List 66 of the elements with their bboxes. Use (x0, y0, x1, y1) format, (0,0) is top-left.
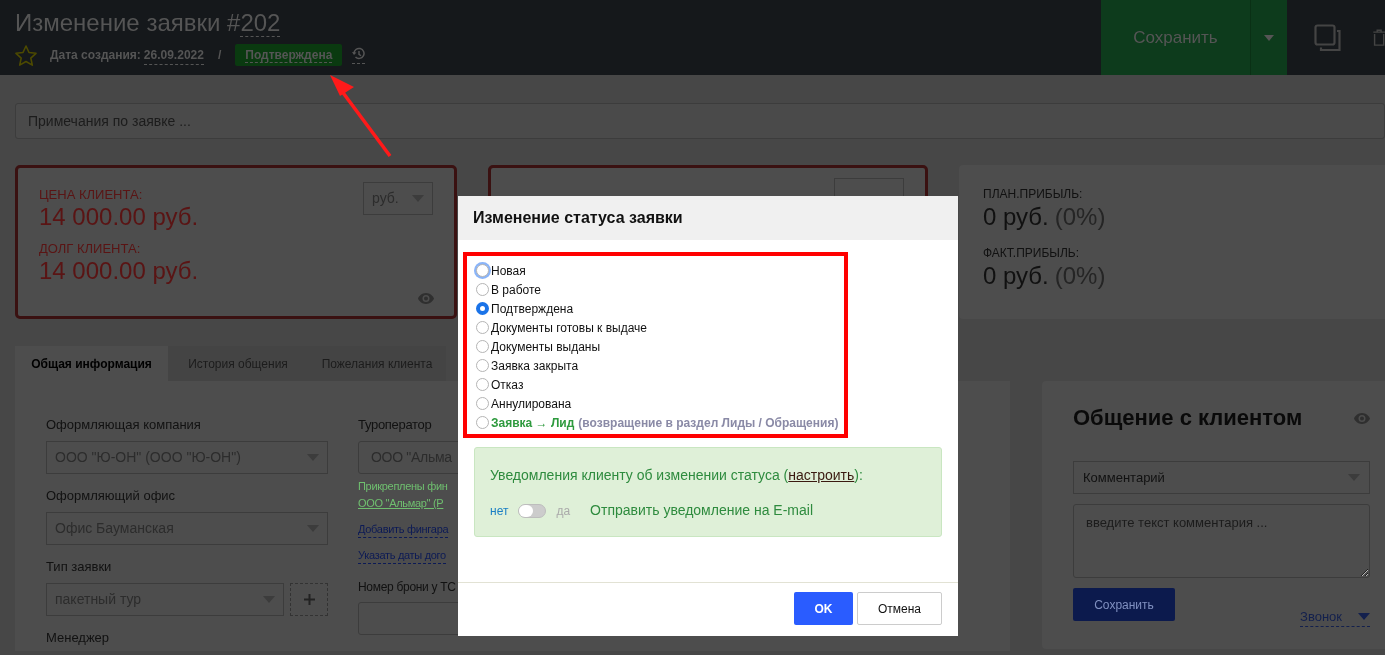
notification-text: Уведомления клиенту об изменении статуса (настроить): (490, 466, 863, 484)
radio-button[interactable] (476, 359, 489, 372)
save-button[interactable]: Сохранить (1073, 588, 1175, 621)
call-link[interactable]: Звонок (1300, 606, 1370, 627)
profit-value: 0 руб. (983, 261, 1049, 291)
debt-value: 14 000.00 руб. (39, 257, 199, 285)
request-number[interactable]: 202 (240, 10, 281, 37)
status-option[interactable]: Новая (476, 261, 844, 280)
ok-button[interactable]: OK (794, 592, 853, 625)
profit-label: ФАКТ.ПРИБЫЛЬ: (983, 245, 1080, 261)
radio-button[interactable] (476, 397, 489, 410)
operator-link[interactable]: ООО "Альмар" (Р (358, 495, 444, 512)
status-option[interactable]: Заявка закрыта (476, 356, 844, 375)
field-label: Оформляющая компания (46, 417, 201, 433)
price-label: ЦЕНА КЛИЕНТА: (39, 187, 143, 203)
field-label: Тип заявки (46, 559, 112, 575)
status-option[interactable]: В работе (476, 280, 844, 299)
dates-link[interactable]: Указать даты дого (358, 547, 446, 564)
field-label: Туроператор (358, 417, 432, 433)
toggle-on-label: да (556, 502, 571, 520)
chat-title: Общение с клиентом (1073, 404, 1303, 432)
copy-icon[interactable] (1314, 23, 1342, 52)
radio-button[interactable] (476, 283, 489, 296)
status-option[interactable]: Аннулирована (476, 394, 844, 413)
status-option[interactable]: Документы готовы к выдаче (476, 318, 844, 337)
notification-toggle[interactable] (518, 503, 547, 518)
star-icon[interactable] (15, 44, 37, 66)
save-options-button[interactable] (1251, 0, 1287, 75)
radio-button[interactable] (476, 321, 489, 334)
radio-button[interactable] (476, 340, 489, 353)
tab[interactable]: Общая информация (15, 346, 168, 381)
dialog-title: Изменение статуса заявки (473, 208, 683, 228)
caret-icon (1264, 34, 1274, 41)
add-button[interactable] (290, 583, 328, 616)
history-icon[interactable] (352, 46, 366, 64)
plus-icon (303, 594, 315, 605)
separator: / (217, 47, 222, 64)
created-label: Дата создания: (50, 47, 141, 64)
profit-label: ПЛАН.ПРИБЫЛЬ: (983, 186, 1083, 202)
toggle-off-label: нет (490, 502, 509, 520)
eye-icon[interactable] (418, 293, 434, 304)
radio-button[interactable] (476, 378, 489, 391)
type-select[interactable]: Комментарий (1073, 461, 1370, 494)
notification-action: Отправить уведомление на E-mail (590, 501, 813, 520)
radio-button[interactable] (476, 302, 489, 315)
caret-icon (1358, 612, 1370, 620)
add-link[interactable]: Добавить фингара (358, 521, 449, 538)
debt-label: ДОЛГ КЛИЕНТА: (39, 241, 141, 257)
profit-value: 0 руб. (983, 202, 1049, 232)
save-button[interactable]: Сохранить (1101, 0, 1251, 75)
field-label: Менеджер (46, 630, 110, 646)
status-option[interactable]: Подтверждена (476, 299, 844, 318)
cancel-button[interactable]: Отмена (857, 592, 942, 625)
attached-note: Прикреплены фин (358, 479, 448, 494)
status-option[interactable]: Отказ (476, 375, 844, 394)
status-option[interactable]: Заявка → Лид (возвращение в раздел Лиды / Обращения) (476, 413, 844, 432)
radio-button[interactable] (476, 416, 489, 429)
eye-icon[interactable] (1354, 412, 1370, 424)
status-badge[interactable]: Подтверждена (235, 44, 343, 66)
price-value: 14 000.00 руб. (39, 203, 199, 231)
field-label: Оформляющий офис (46, 488, 176, 504)
created-date[interactable]: 26.09.2022 (143, 45, 204, 65)
settings-link[interactable]: настроить (788, 467, 855, 483)
status-option[interactable]: Документы выданы (476, 337, 844, 356)
field-label: Номер брони у ТС (358, 579, 456, 595)
page-title: Изменение заявки # (15, 8, 241, 38)
